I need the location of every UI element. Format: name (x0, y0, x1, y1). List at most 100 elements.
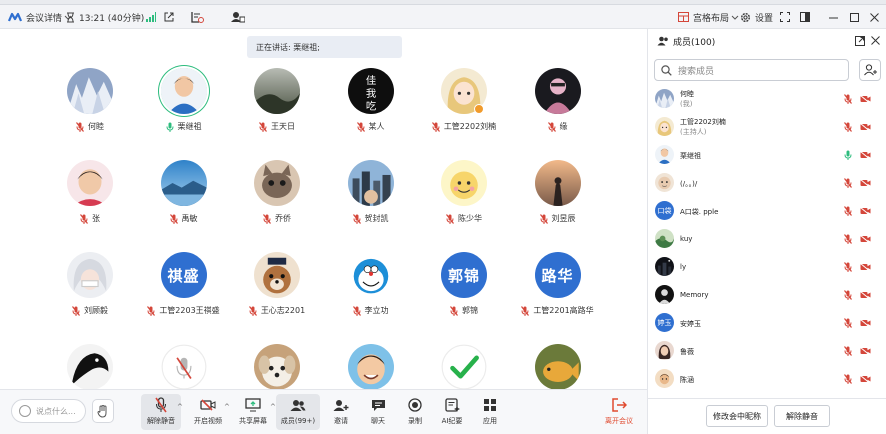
close-button[interactable] (863, 5, 885, 29)
participant-tile[interactable]: 路华 工管2201高路华 (520, 252, 596, 344)
mic-muted-icon (521, 305, 530, 316)
member-security-button[interactable] (231, 5, 245, 29)
participant-tile[interactable]: 乔侨 (239, 160, 315, 252)
share-options-caret[interactable]: ^ (270, 403, 276, 411)
chat-button[interactable]: 聊天 (358, 394, 398, 430)
fullscreen-button[interactable] (780, 5, 790, 29)
camera-off-icon[interactable] (860, 375, 871, 383)
mic-muted-icon[interactable] (844, 290, 853, 300)
camera-off-icon[interactable] (860, 207, 871, 215)
camera-off-icon[interactable] (860, 263, 871, 271)
add-member-button[interactable] (859, 59, 881, 81)
audio-options-caret[interactable]: ^ (177, 403, 183, 411)
members-panel-header: 成员(100) (648, 29, 886, 53)
raise-hand-button[interactable] (92, 399, 114, 423)
camera-off-icon[interactable] (860, 179, 871, 187)
camera-off-icon[interactable] (860, 123, 871, 131)
member-search-input[interactable]: 搜索成员 (654, 59, 849, 81)
settings-button[interactable]: 设置 (740, 5, 773, 29)
camera-off-icon[interactable] (860, 235, 871, 243)
participant-tile[interactable]: 佳我吃某人 (333, 68, 409, 160)
camera-off-icon[interactable] (860, 291, 871, 299)
member-row[interactable]: 陈涵 (648, 365, 886, 393)
share-link-button[interactable] (164, 5, 174, 29)
gear-icon (741, 12, 750, 22)
mic-muted-icon[interactable] (844, 318, 853, 328)
member-row[interactable]: ly (648, 253, 886, 281)
participant-tile[interactable]: 郭锦 郭锦 (426, 252, 502, 344)
participant-name-row: 李立功 (333, 305, 409, 316)
member-row[interactable]: 婷玉 安婷玉 (648, 309, 886, 337)
member-name: 安婷玉 (680, 320, 701, 328)
participant-tile[interactable]: 祺盛 工管2203王祺盛 (146, 252, 222, 344)
meeting-details-button[interactable]: 会议详情 (8, 5, 72, 29)
record-button[interactable]: 录制 (395, 394, 435, 430)
mic-muted-icon[interactable] (844, 234, 853, 244)
share-screen-button[interactable]: 共享屏幕 (233, 394, 273, 430)
member-row[interactable]: 鲁薇 (648, 337, 886, 365)
mic-muted-icon[interactable] (844, 178, 853, 188)
member-row[interactable]: Memory (648, 281, 886, 309)
participant-tile[interactable]: 陈少华 (426, 160, 502, 252)
chevron-down-icon (731, 15, 739, 20)
participant-tile[interactable]: 张 (52, 160, 128, 252)
ai-minutes-button[interactable]: AI纪要 (432, 394, 472, 430)
layout-button[interactable]: 宫格布局 (678, 5, 739, 29)
mic-muted-icon[interactable] (844, 206, 853, 216)
apps-button[interactable]: 应用 (470, 394, 510, 430)
unmute-button[interactable]: 解除静音 (141, 394, 181, 430)
participant-name-row: 工管2202刘楠 (426, 121, 502, 132)
camera-off-icon[interactable] (860, 95, 871, 103)
camera-off-icon[interactable] (860, 319, 871, 327)
member-row[interactable]: kuy (648, 225, 886, 253)
leave-meeting-button[interactable]: 离开会议 (599, 394, 639, 430)
participant-tile[interactable]: 刘昱辰 (520, 160, 596, 252)
mic-muted-icon (352, 305, 361, 316)
camera-off-icon[interactable] (860, 151, 871, 159)
participant-tile[interactable]: 缘 (520, 68, 596, 160)
popout-panel-button[interactable] (855, 36, 865, 49)
participant-tile[interactable]: 禹敏 (146, 160, 222, 252)
participant-tile[interactable]: 工管2202刘楠 (426, 68, 502, 160)
panel-unmute-button[interactable]: 解除静音 (774, 405, 830, 427)
member-row[interactable]: (/。。)/ (648, 169, 886, 197)
quick-chat-input[interactable]: 说点什么... (11, 399, 86, 423)
camera-off-icon[interactable] (860, 347, 871, 355)
lock-meeting-button[interactable] (191, 5, 204, 29)
mic-on-icon[interactable] (844, 150, 853, 160)
participant-tile[interactable]: 贺封凯 (333, 160, 409, 252)
sidebar-toggle-button[interactable] (800, 5, 810, 29)
participant-tile[interactable]: 刘顾毅 (52, 252, 128, 344)
close-panel-button[interactable] (871, 36, 880, 48)
participant-name-row: 某人 (333, 121, 409, 132)
participant-tile[interactable]: 王心志2201 (239, 252, 315, 344)
participant-tile[interactable]: 王天日 (239, 68, 315, 160)
mic-muted-icon[interactable] (844, 94, 853, 104)
avatar-initials: 口袋 (657, 206, 672, 215)
minimize-button[interactable] (822, 5, 844, 29)
mic-muted-icon[interactable] (844, 346, 853, 356)
member-name: A口袋. pple (680, 208, 719, 216)
video-options-caret[interactable]: ^ (224, 403, 230, 411)
start-video-button[interactable]: 开启视频 (188, 394, 228, 430)
members-button[interactable]: 成员(99+) (276, 394, 320, 430)
rename-button[interactable]: 修改会中昵称 (706, 405, 768, 427)
meeting-lock-icon (191, 12, 204, 23)
member-avatar (655, 145, 674, 164)
participant-tile[interactable]: 李立功 (333, 252, 409, 344)
member-row[interactable]: 口袋 A口袋. pple (648, 197, 886, 225)
mic-muted-icon[interactable] (844, 262, 853, 272)
participant-tile[interactable]: 何睦 (52, 68, 128, 160)
video-grid: 正在讲话: 栗继祖; 何睦 栗继祖 王天日佳我吃某人 工管2202刘楠缘张禹敏 乔侨 贺封… (0, 29, 647, 434)
avatar-initials: 祺盛 (167, 266, 200, 285)
network-signal[interactable] (146, 5, 156, 29)
maximize-button[interactable] (843, 5, 865, 29)
member-row[interactable]: 栗继祖 (648, 141, 886, 169)
member-row[interactable]: 工管2202刘楠 (主持人) (648, 113, 886, 141)
participant-tile[interactable]: 栗继祖 (146, 68, 222, 160)
member-avatar (655, 173, 674, 192)
mic-muted-icon[interactable] (844, 374, 853, 384)
mic-muted-icon[interactable] (844, 122, 853, 132)
member-row[interactable]: 何睦 (我) (648, 85, 886, 113)
invite-button[interactable]: 邀请 (321, 394, 361, 430)
